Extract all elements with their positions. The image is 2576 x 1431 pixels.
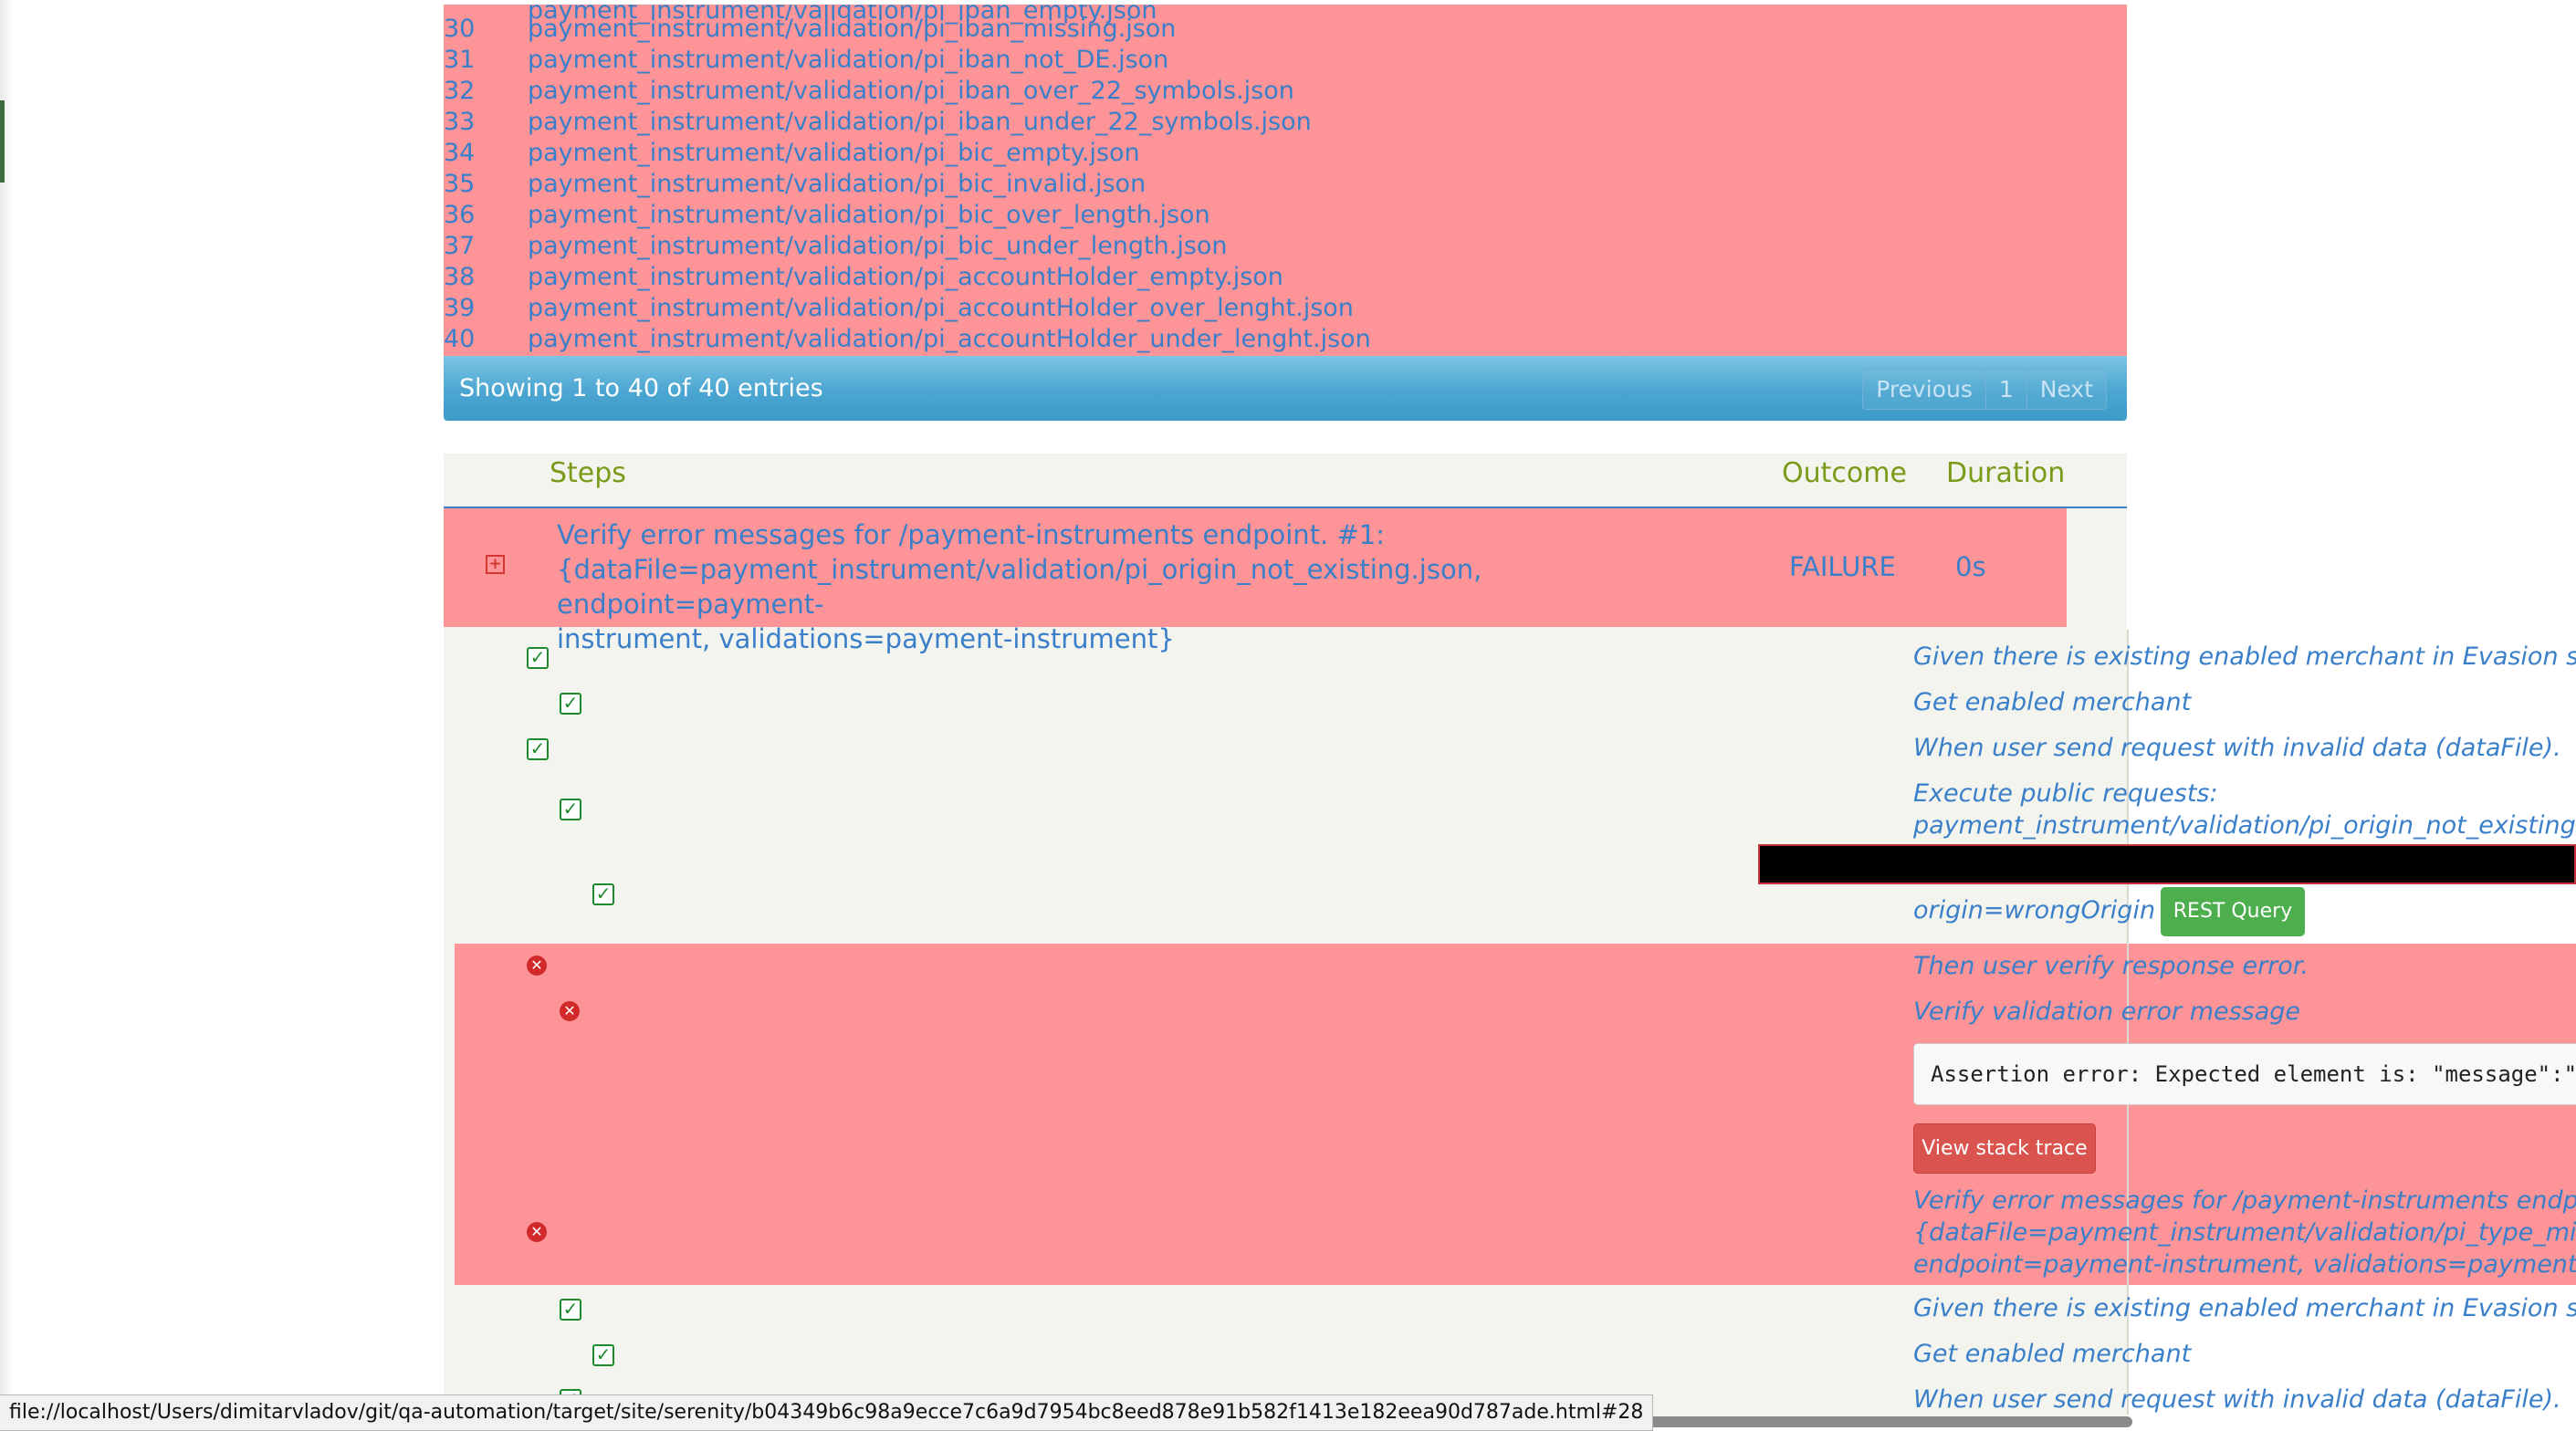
- step-description: {dataFile=payment_instrument/validation/…: [1913, 1218, 2576, 1247]
- table-row[interactable]: 37 payment_instrument/validation/pi_bic_u…: [444, 231, 2127, 262]
- table-row[interactable]: 32 payment_instrument/validation/pi_iban_…: [444, 76, 2127, 107]
- table-footer: Showing 1 to 40 of 40 entries Previous 1…: [444, 356, 2127, 421]
- data-file-link[interactable]: payment_instrument/validation/pi_bic_ove…: [528, 200, 1210, 231]
- data-file-link[interactable]: payment_instrument/validation/pi_iban_un…: [528, 107, 1312, 138]
- step-description: Get enabled merchant: [1913, 1340, 2192, 1368]
- view-stack-trace-button[interactable]: View stack trace: [1913, 1123, 2096, 1174]
- table-row[interactable]: 31 payment_instrument/validation/pi_iban_…: [444, 45, 2127, 76]
- failure-x-icon: ✕: [560, 1001, 580, 1021]
- failure-x-icon: ✕: [527, 1222, 547, 1242]
- row-number: 34: [444, 139, 476, 167]
- row-number: 30: [444, 15, 476, 43]
- data-file-link[interactable]: payment_instrument/validation/pi_bic_inv…: [528, 169, 1146, 200]
- row-number: 37: [444, 232, 476, 260]
- entries-info: Showing 1 to 40 of 40 entries: [459, 374, 823, 402]
- previous-page-button[interactable]: Previous: [1863, 371, 1985, 409]
- redacted-bar: [1758, 844, 2576, 884]
- row-number: 38: [444, 263, 476, 291]
- data-files-table: payment_instrument/validation/pi_iban_em…: [444, 5, 2127, 356]
- step-description: endpoint=payment-instrument, validations…: [1913, 1250, 2576, 1279]
- row-number: 31: [444, 46, 476, 74]
- row-number: 35: [444, 170, 476, 198]
- scenario-title: Verify error messages for /payment-instr…: [557, 517, 1707, 656]
- step-description: When user send request with invalid data…: [1913, 734, 2561, 762]
- success-check-icon: ✓: [527, 647, 549, 669]
- step-description: payment_instrument/validation/pi_origin_…: [1913, 811, 2576, 840]
- success-check-icon: ✓: [592, 1344, 614, 1366]
- left-edge-marker: [0, 100, 5, 183]
- step-description: Verify error messages for /payment-instr…: [1913, 1186, 2576, 1215]
- table-row[interactable]: 39 payment_instrument/validation/pi_accou…: [444, 293, 2127, 324]
- step-description: Verify validation error message: [1913, 998, 2301, 1026]
- success-check-icon: ✓: [560, 693, 581, 715]
- table-row[interactable]: 30 payment_instrument/validation/pi_iban_…: [444, 14, 2127, 45]
- table-row[interactable]: 33 payment_instrument/validation/pi_iban_…: [444, 107, 2127, 138]
- row-number: 33: [444, 108, 476, 136]
- data-file-link[interactable]: payment_instrument/validation/pi_iban_mi…: [528, 14, 1176, 45]
- scenario-duration: 0s: [1955, 551, 1986, 582]
- data-file-link[interactable]: payment_instrument/validation/pi_iban_ov…: [528, 76, 1294, 107]
- horizontal-scrollbar[interactable]: [1616, 1416, 2132, 1427]
- table-row[interactable]: 38 payment_instrument/validation/pi_accou…: [444, 262, 2127, 293]
- table-row[interactable]: 35 payment_instrument/validation/pi_bic_i…: [444, 169, 2127, 200]
- step-description: Get enabled merchant: [1913, 688, 2192, 716]
- steps-column-header[interactable]: Steps: [550, 454, 626, 494]
- step-description: origin=wrongOrigin: [1913, 896, 2156, 924]
- data-file-link[interactable]: payment_instrument/validation/pi_bic_und…: [528, 231, 1228, 262]
- pagination: Previous 1 Next: [1862, 370, 2107, 410]
- scenario-row[interactable]: + Verify error messages for /payment-ins…: [444, 508, 2067, 654]
- data-file-link[interactable]: payment_instrument/validation/pi_account…: [528, 293, 1354, 324]
- rest-query-button[interactable]: REST Query: [2161, 887, 2305, 936]
- step-description: Then user verify response error.: [1913, 952, 2309, 980]
- row-number: 39: [444, 294, 476, 322]
- scenario-title-line: {dataFile=payment_instrument/validation/…: [557, 554, 1482, 620]
- step-description: Execute public requests:: [1913, 779, 2218, 808]
- row-number: 40: [444, 325, 476, 353]
- steps-table-header: Steps Outcome Duration: [444, 454, 2127, 508]
- next-page-button[interactable]: Next: [2026, 371, 2106, 409]
- table-row[interactable]: 36 payment_instrument/validation/pi_bic_o…: [444, 200, 2127, 231]
- data-file-link[interactable]: payment_instrument/validation/pi_account…: [528, 262, 1283, 293]
- outcome-column-header[interactable]: Outcome: [1782, 454, 1907, 494]
- assertion-error-box: Assertion error: Expected element is: "m…: [1913, 1043, 2576, 1105]
- browser-status-bar: file://localhost/Users/dimitarvladov/git…: [0, 1394, 1654, 1431]
- row-number: 32: [444, 77, 476, 105]
- step-description: When user send request with invalid data…: [1913, 1385, 2561, 1414]
- success-check-icon: ✓: [592, 883, 614, 905]
- table-row[interactable]: 40 payment_instrument/validation/pi_accou…: [444, 324, 2127, 355]
- expand-toggle-icon[interactable]: +: [486, 555, 505, 574]
- scenario-title-line: Verify error messages for /payment-instr…: [557, 519, 1386, 550]
- step-description: Given there is existing enabled merchant…: [1913, 642, 2576, 671]
- duration-column-header[interactable]: Duration: [1946, 454, 2065, 494]
- data-file-link[interactable]: payment_instrument/validation/pi_iban_no…: [528, 45, 1168, 76]
- success-check-icon: ✓: [527, 738, 549, 760]
- scenario-outcome: FAILURE: [1789, 551, 1896, 582]
- step-description: Given there is existing enabled merchant…: [1913, 1294, 2576, 1322]
- page-1-button[interactable]: 1: [1984, 371, 2026, 409]
- table-row[interactable]: 34 payment_instrument/validation/pi_bic_e…: [444, 138, 2127, 169]
- data-file-link[interactable]: payment_instrument/validation/pi_account…: [528, 324, 1371, 355]
- data-file-link[interactable]: payment_instrument/validation/pi_bic_emp…: [528, 138, 1140, 169]
- row-number: 36: [444, 201, 476, 229]
- success-check-icon: ✓: [560, 1299, 581, 1321]
- failure-x-icon: ✕: [527, 956, 547, 976]
- success-check-icon: ✓: [560, 799, 581, 820]
- scenario-title-line: instrument, validations=payment-instrume…: [557, 623, 1175, 654]
- window-left-edge: [0, 0, 13, 1431]
